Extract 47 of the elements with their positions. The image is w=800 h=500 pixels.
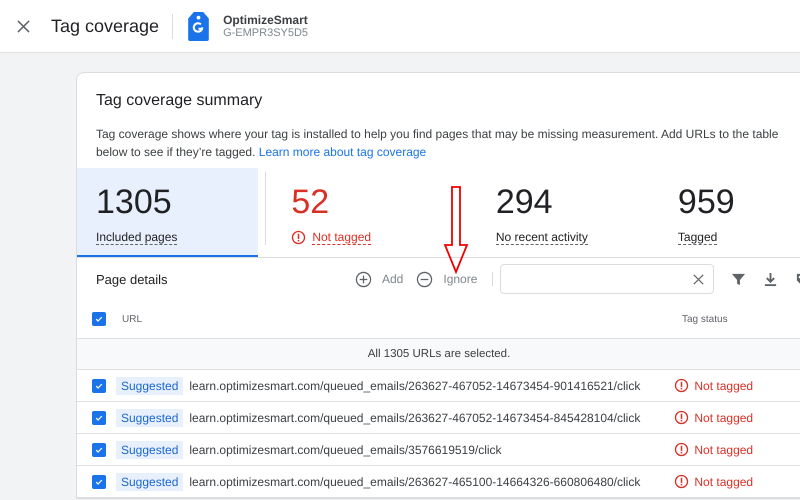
warning-icon [674,410,690,425]
page-title: Tag coverage [51,16,160,36]
column-header: URL [122,314,144,324]
suggested-chip: Suggested [116,440,184,458]
action-button[interactable]: Ignore [416,270,478,288]
suggested-chip: Suggested [116,408,184,426]
warning-icon [674,378,690,393]
suggested-chip: Suggested [116,376,184,394]
clear-icon[interactable] [693,274,704,284]
url-cell-text: learn.optimizesmart.com/queued_emails/263627-467052-14673454-845428104/click [189,410,642,424]
close-icon[interactable] [17,20,30,32]
suggested-chip: Suggested [116,472,184,490]
status-text: Not tagged [694,378,754,392]
description: Tag coverage shows where your tag is installed to help you find pages that may be missing measurement. Add URLs to the table below to see if they’re tagged. Learn more about tag coverage [96,126,780,161]
warning-icon [674,474,690,489]
search-field[interactable] [500,264,714,294]
stat-tab[interactable]: 959 Tagged [652,168,800,257]
minus-circle-icon [416,270,434,288]
account-name: OptimizeSmart [223,13,308,27]
checkmark-icon [94,314,104,324]
url-cell-text: learn.optimizesmart.com/queued_emails/263627-467052-14673454-901416521/click [189,378,642,392]
section-title: Page details [96,272,169,286]
filter-icon[interactable] [731,272,746,286]
url-cell-text: learn.optimizesmart.com/queued_emails/3576619519/click [189,442,503,456]
stat-tab[interactable]: 294 No recent activity [470,168,653,257]
stat-tab[interactable]: 1305 Included pages [77,168,258,257]
checkbox[interactable] [92,442,106,456]
action-button[interactable]: Add [355,270,404,288]
selection-banner: All 1305 URLs are selected. [77,339,800,370]
learn-more-link[interactable]: Learn more about tag coverage [258,145,426,159]
tag-icon [188,11,210,41]
checkbox[interactable] [92,474,106,488]
account-id: G-EMPR3SY5D5 [223,27,308,39]
status-text: Not tagged [694,410,754,424]
status-text: Not tagged [694,442,754,456]
url-cell-text: learn.optimizesmart.com/queued_emails/263627-465100-14664326-660806480/click [189,474,642,488]
status-text: Not tagged [694,474,754,488]
checkbox[interactable] [92,312,106,326]
checkbox[interactable] [92,378,106,392]
warning-icon [674,442,690,457]
plus-circle-icon [355,270,372,288]
stat-tab[interactable]: 52 Not tagged [266,168,471,257]
download-icon[interactable] [763,272,778,286]
warning-icon [291,230,306,245]
column-header: Tag status [682,314,728,324]
checkbox[interactable] [92,410,106,424]
card-title: Tag coverage summary [95,91,264,110]
